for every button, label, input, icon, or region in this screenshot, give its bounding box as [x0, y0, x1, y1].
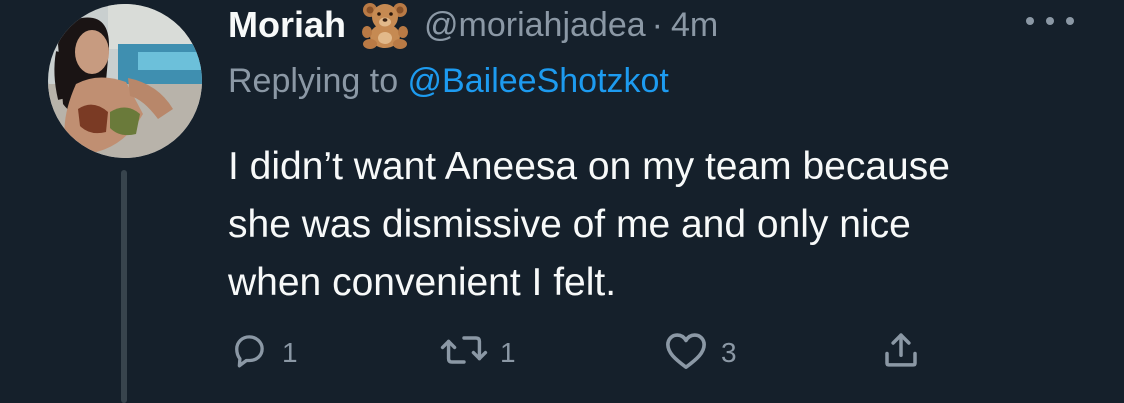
tweet-text-line: when convenient I felt. — [228, 261, 617, 304]
separator-dot: · — [651, 5, 663, 44]
more-dot — [1026, 17, 1034, 25]
more-icon[interactable] — [1026, 9, 1074, 33]
teddy-bear-emoji — [358, 0, 412, 50]
tweet-text: I didn’t want Aneesa on my team because … — [228, 138, 1098, 312]
like-icon — [663, 329, 709, 371]
reply-button[interactable]: 1 — [228, 325, 298, 375]
replying-to-mention[interactable]: @BaileeShotzkot — [408, 62, 669, 100]
avatar[interactable] — [48, 4, 202, 158]
more-dot — [1066, 17, 1074, 25]
reply-count: 1 — [282, 337, 298, 368]
tweet-text-line: she was dismissive of me and only nice — [228, 203, 911, 246]
more-dot — [1046, 17, 1054, 25]
user-handle[interactable]: @moriahjadea — [424, 6, 646, 45]
retweet-count: 1 — [500, 337, 516, 368]
tweet: Moriah @moriahjadea · 4m Replying to @Ba… — [0, 0, 1124, 403]
tweet-header: Moriah @moriahjadea · 4m — [228, 0, 718, 50]
timestamp[interactable]: 4m — [671, 6, 718, 45]
retweet-icon — [440, 329, 488, 371]
like-count: 3 — [721, 337, 737, 368]
action-bar: 1 1 3 — [0, 325, 1124, 375]
replying-prefix: Replying to — [228, 62, 408, 100]
replying-to: Replying to @BaileeShotzkot — [228, 62, 669, 101]
retweet-button[interactable]: 1 — [440, 325, 516, 375]
reply-icon — [228, 329, 270, 371]
display-name[interactable]: Moriah — [228, 4, 346, 46]
tweet-text-line: I didn’t want Aneesa on my team because — [228, 145, 950, 188]
like-button[interactable]: 3 — [663, 325, 737, 375]
share-icon — [880, 329, 922, 371]
share-button[interactable] — [880, 325, 922, 375]
